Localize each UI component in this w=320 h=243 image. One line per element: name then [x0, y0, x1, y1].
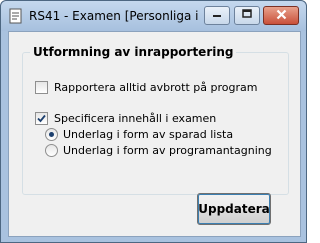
dialog-content: Utformning av inrapportering Rapportera …	[8, 31, 301, 237]
radio-saved-list-label: Underlag i form av sparad lista	[63, 128, 234, 141]
checkmark-icon	[37, 114, 46, 123]
abort-checkbox[interactable]	[35, 81, 48, 94]
dialog-window: RS41 - Examen [Personliga inst... Utform…	[0, 0, 307, 243]
close-button[interactable]	[263, 6, 299, 25]
group-title: Utformning av inrapportering	[30, 44, 237, 60]
radio-program-row[interactable]: Underlag i form av programantagning	[45, 143, 272, 158]
close-icon	[276, 9, 287, 23]
window-title: RS41 - Examen [Personliga inst...	[29, 9, 199, 23]
minimize-button[interactable]	[204, 6, 230, 25]
specify-checkbox-row[interactable]: Specificera innehåll i examen	[35, 111, 216, 126]
specify-checkbox[interactable]	[35, 112, 48, 125]
specify-checkbox-label: Specificera innehåll i examen	[54, 112, 217, 125]
reporting-group: Utformning av inrapportering Rapportera …	[22, 44, 289, 195]
radio-saved-list[interactable]	[45, 128, 58, 141]
minimize-icon	[212, 9, 222, 22]
title-bar[interactable]: RS41 - Examen [Personliga inst...	[1, 1, 306, 31]
abort-checkbox-label: Rapportera alltid avbrott på program	[54, 81, 258, 94]
maximize-button[interactable]	[234, 6, 260, 25]
update-button[interactable]: Uppdatera	[197, 193, 271, 225]
radio-program[interactable]	[45, 144, 58, 157]
app-icon	[8, 8, 24, 24]
radio-saved-list-row[interactable]: Underlag i form av sparad lista	[45, 127, 233, 142]
maximize-icon	[242, 9, 252, 22]
radio-program-label: Underlag i form av programantagning	[63, 144, 272, 157]
abort-checkbox-row[interactable]: Rapportera alltid avbrott på program	[35, 80, 257, 95]
